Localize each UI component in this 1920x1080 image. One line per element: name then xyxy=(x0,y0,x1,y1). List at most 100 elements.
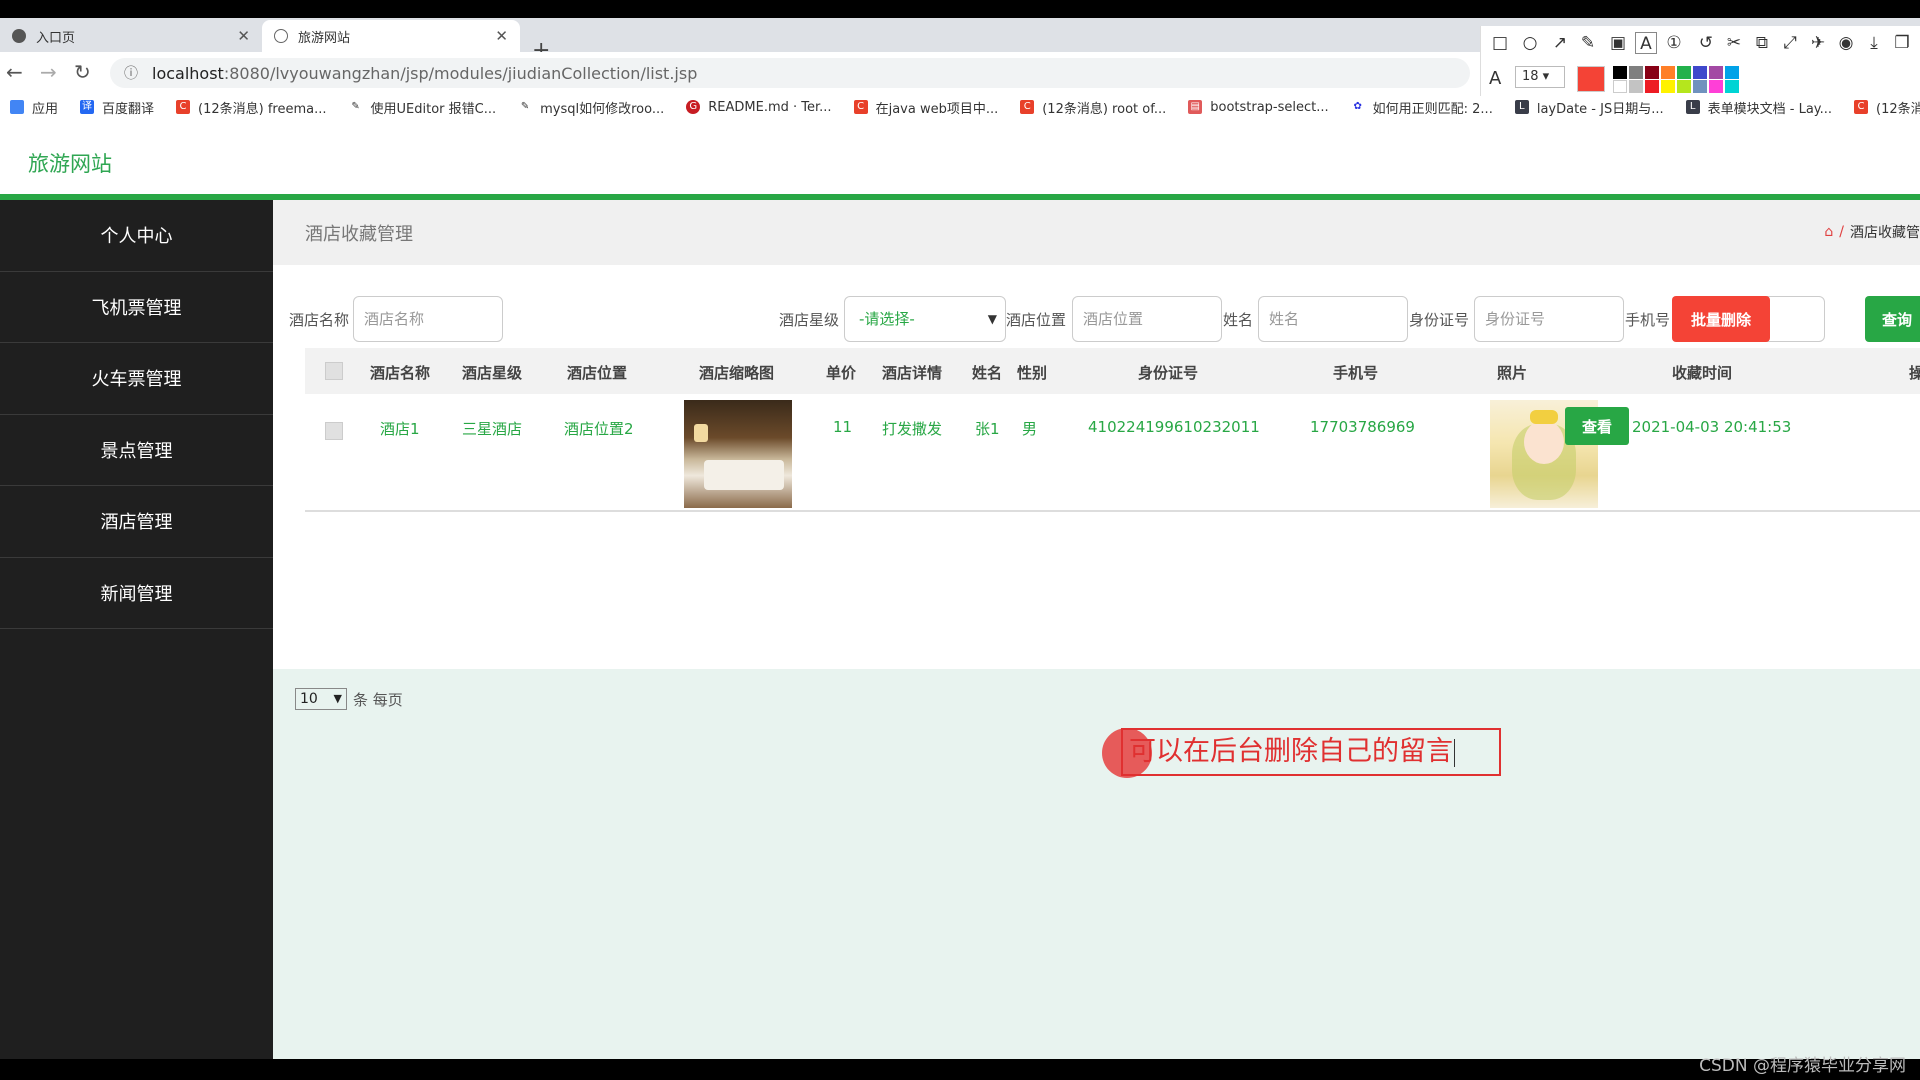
sidebar-item-news[interactable]: 新闻管理 xyxy=(0,558,273,629)
annotation-toolbar: □ ○ ↗ ✎ ▣ A ① ↺ ✂ ⧉ ⤢ ✈ ◉ ⤓ ❐ A 18 ▾ xyxy=(1480,26,1920,96)
ocr-icon[interactable]: ⧉ xyxy=(1751,32,1773,54)
download-icon[interactable]: ⤓ xyxy=(1863,32,1885,54)
close-icon[interactable]: ✕ xyxy=(495,27,508,45)
cell-star: 三星酒店 xyxy=(462,420,523,438)
page-size-select[interactable]: 10 ▼ xyxy=(295,688,347,710)
color-swatch[interactable] xyxy=(1661,80,1675,93)
bookmark-item[interactable]: C (12条消息) root of... xyxy=(1020,98,1166,117)
content-title-bar: 酒店收藏管理 ⌂ / 酒店收藏管 xyxy=(273,200,1920,265)
color-swatch[interactable] xyxy=(1709,66,1723,79)
color-swatch[interactable] xyxy=(1629,66,1643,79)
rectangle-tool-icon[interactable]: □ xyxy=(1489,32,1511,54)
tab-travel-site[interactable]: 旅游网站 ✕ xyxy=(262,20,520,52)
bookmark-item[interactable]: C (12条消息) freema... xyxy=(176,98,327,117)
back-arrow-icon[interactable]: ← xyxy=(6,60,23,84)
text-tool-icon[interactable]: A xyxy=(1635,32,1657,54)
circle-tool-icon[interactable]: ○ xyxy=(1519,32,1541,54)
bookmark-item[interactable]: ✿ 如何用正则匹配: 2... xyxy=(1350,98,1493,117)
bookmark-item[interactable]: LlayDate - JS日期与... xyxy=(1514,98,1664,117)
bookmark-item[interactable]: ✎ mysql如何修改roo... xyxy=(518,98,664,117)
bookmark-item[interactable]: ▤ bootstrap-select... xyxy=(1188,100,1329,115)
forward-arrow-icon[interactable]: → xyxy=(40,60,57,84)
number-tool-icon[interactable]: ① xyxy=(1663,32,1685,54)
view-button[interactable]: 查看 xyxy=(1565,407,1629,445)
current-color-swatch[interactable] xyxy=(1577,66,1605,92)
color-swatch[interactable] xyxy=(1693,66,1707,79)
fullscreen-icon[interactable]: ⤢ xyxy=(1779,32,1801,54)
sidebar-item-personal-center[interactable]: 个人中心 xyxy=(0,200,273,272)
color-swatch[interactable] xyxy=(1645,80,1659,93)
close-icon[interactable]: ✕ xyxy=(237,27,250,45)
table-header: 酒店名称 酒店星级 酒店位置 酒店缩略图 单价 酒店详情 姓名 性别 身份证号 … xyxy=(305,348,1920,394)
bookmark-item[interactable]: C 在java web项目中... xyxy=(853,98,998,117)
undo-icon[interactable]: ↺ xyxy=(1695,32,1717,54)
site-title[interactable]: 旅游网站 xyxy=(28,148,112,178)
hotel-name-input[interactable] xyxy=(353,296,503,342)
sidebar-item-attractions[interactable]: 景点管理 xyxy=(0,415,273,486)
search-button[interactable]: 查询 xyxy=(1865,296,1920,342)
color-swatch[interactable] xyxy=(1645,66,1659,79)
text-caret xyxy=(1454,738,1455,767)
color-swatch[interactable] xyxy=(1709,80,1723,93)
sidebar-item-hotels[interactable]: 酒店管理 xyxy=(0,486,273,558)
color-swatch[interactable] xyxy=(1725,80,1739,93)
main-content: 酒店收藏管理 ⌂ / 酒店收藏管 酒店名称 酒店星级 -请选择- ▼ 酒店位置 … xyxy=(273,200,1920,710)
sidebar-item-flight-tickets[interactable]: 飞机票管理 xyxy=(0,272,273,343)
bookmark-icon: ✎ xyxy=(518,100,533,114)
star-label: 酒店星级 xyxy=(779,311,840,329)
row-checkbox[interactable] xyxy=(325,422,343,440)
color-swatch[interactable] xyxy=(1613,66,1627,79)
color-swatch[interactable] xyxy=(1661,66,1675,79)
star-select[interactable]: -请选择- ▼ xyxy=(844,296,1006,342)
pagination: 10 ▼ 条 每页 xyxy=(295,688,403,710)
record-icon[interactable]: ◉ xyxy=(1835,32,1857,54)
tab-entry-page[interactable]: 入口页 ✕ xyxy=(0,20,262,52)
bookmark-item[interactable]: ✎ 使用UEditor 报错C... xyxy=(348,98,496,117)
id-number-input[interactable] xyxy=(1474,296,1624,342)
home-icon[interactable]: ⌂ xyxy=(1824,224,1833,240)
screenshot-icon[interactable]: ✂ xyxy=(1723,32,1745,54)
bookmark-item[interactable]: C(12条消息 xyxy=(1854,98,1920,117)
cell-price: 11 xyxy=(833,418,853,436)
sidebar-item-train-tickets[interactable]: 火车票管理 xyxy=(0,343,273,415)
pen-tool-icon[interactable]: ✎ xyxy=(1577,32,1599,54)
font-size-select[interactable]: 18 ▾ xyxy=(1515,66,1565,88)
annotation-textbox[interactable]: 可以在后台删除自己的留言 xyxy=(1121,728,1501,776)
copy-icon[interactable]: ❐ xyxy=(1891,32,1913,54)
bookmark-item[interactable]: 译百度翻译 xyxy=(80,98,154,117)
bookmark-item[interactable]: G README.md · Ter... xyxy=(686,100,832,115)
location-label: 酒店位置 xyxy=(1006,311,1067,329)
bow-shape xyxy=(1530,410,1558,424)
color-swatch[interactable] xyxy=(1677,80,1691,93)
per-page-label: 条 每页 xyxy=(353,690,403,709)
name-label: 姓名 xyxy=(1223,311,1254,329)
color-swatch[interactable] xyxy=(1725,66,1739,79)
url-input[interactable]: ⓘ localhost :8080/lvyouwangzhan/jsp/modu… xyxy=(110,58,1470,88)
batch-delete-button[interactable]: 批量删除 xyxy=(1672,296,1770,342)
cell-location: 酒店位置2 xyxy=(564,420,634,438)
col-detail: 酒店详情 xyxy=(882,364,943,382)
name-input[interactable] xyxy=(1258,296,1408,342)
bookmark-item[interactable]: 应用 xyxy=(10,98,58,117)
bookmark-item[interactable]: L 表单模块文档 - Lay... xyxy=(1685,98,1832,117)
breadcrumb-current: 酒店收藏管 xyxy=(1850,225,1920,241)
color-swatch[interactable] xyxy=(1677,66,1691,79)
color-swatch[interactable] xyxy=(1693,80,1707,93)
col-photo: 照片 xyxy=(1497,364,1528,382)
mosaic-tool-icon[interactable]: ▣ xyxy=(1607,32,1629,54)
location-input[interactable] xyxy=(1072,296,1222,342)
color-swatch[interactable] xyxy=(1613,80,1627,93)
url-host: localhost xyxy=(152,63,224,83)
pin-icon[interactable]: ✈ xyxy=(1807,32,1829,54)
arrow-tool-icon[interactable]: ↗ xyxy=(1549,32,1571,54)
lamp-shape xyxy=(694,424,708,442)
col-gender: 性别 xyxy=(1017,364,1048,382)
select-all-checkbox[interactable] xyxy=(325,362,343,380)
bookmarks-bar: 应用 译百度翻译 C (12条消息) freema... ✎ 使用UEditor 报… xyxy=(0,92,1920,122)
color-swatch[interactable] xyxy=(1629,80,1643,93)
cell-gender: 男 xyxy=(1022,420,1038,438)
layui-icon: L xyxy=(1685,100,1700,114)
col-star: 酒店星级 xyxy=(462,364,523,382)
info-icon[interactable]: ⓘ xyxy=(124,63,138,83)
reload-icon[interactable]: ↻ xyxy=(74,60,91,84)
